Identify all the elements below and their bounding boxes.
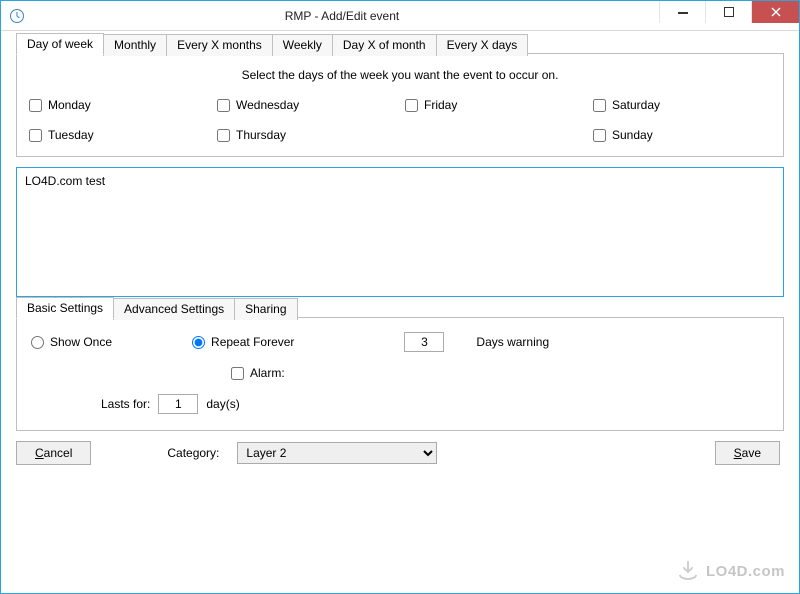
checkbox-sunday[interactable]: Sunday [593,128,771,142]
checkbox-input[interactable] [593,99,606,112]
lasts-for-label: Lasts for: [101,397,150,411]
app-window: RMP - Add/Edit event Day of week Monthly… [0,0,800,594]
tab-every-x-months[interactable]: Every X months [166,34,273,56]
checkbox-input[interactable] [405,99,418,112]
radio-show-once[interactable]: Show Once [31,335,112,349]
checkbox-label: Saturday [612,98,660,112]
window-title: RMP - Add/Edit event [25,9,659,23]
schedule-group: Day of week Monthly Every X months Weekl… [16,53,784,157]
radio-label: Show Once [50,335,112,349]
settings-group: Basic Settings Advanced Settings Sharing… [16,317,784,431]
event-text-input[interactable] [17,168,783,293]
save-button[interactable]: Save [715,441,780,465]
checkbox-label: Friday [424,98,457,112]
minimize-button[interactable] [659,1,705,23]
checkbox-thursday[interactable]: Thursday [217,128,395,142]
checkbox-tuesday[interactable]: Tuesday [29,128,207,142]
tab-every-x-days[interactable]: Every X days [436,34,529,56]
lasts-row: Lasts for: day(s) [101,394,769,414]
checkbox-monday[interactable]: Monday [29,98,207,112]
tab-monthly[interactable]: Monthly [103,34,167,56]
cancel-button[interactable]: Cancel [16,441,91,465]
event-text-wrap [16,167,784,297]
minimize-icon [678,7,688,17]
schedule-instruction: Select the days of the week you want the… [29,68,771,82]
spacer [405,128,583,142]
tab-day-of-week[interactable]: Day of week [16,33,104,55]
app-icon [9,8,25,24]
checkbox-input[interactable] [593,129,606,142]
titlebar: RMP - Add/Edit event [1,1,799,31]
tab-day-x-of-month[interactable]: Day X of month [332,34,437,56]
close-icon [771,7,781,17]
lasts-for-input[interactable] [158,394,198,414]
dialog-footer: Cancel Category: Layer 2 Save [16,441,784,465]
checkbox-saturday[interactable]: Saturday [593,98,771,112]
alarm-row: Alarm: [231,366,769,380]
checkbox-label: Sunday [612,128,653,142]
radio-label: Repeat Forever [211,335,294,349]
tab-basic-settings[interactable]: Basic Settings [16,297,114,319]
radio-input[interactable] [192,336,205,349]
alarm-label: Alarm: [250,366,285,380]
window-controls [659,1,799,30]
maximize-button[interactable] [705,1,751,23]
close-button[interactable] [751,1,799,23]
checkbox-label: Wednesday [236,98,299,112]
days-warning-input[interactable] [404,332,444,352]
checkbox-input[interactable] [29,99,42,112]
days-warning-label: Days warning [476,335,549,349]
checkbox-label: Tuesday [48,128,94,142]
tab-advanced-settings[interactable]: Advanced Settings [113,298,235,320]
checkbox-label: Monday [48,98,91,112]
tab-sharing[interactable]: Sharing [234,298,297,320]
category-label: Category: [167,446,219,460]
checkbox-input[interactable] [29,129,42,142]
radio-input[interactable] [31,336,44,349]
checkbox-label: Thursday [236,128,286,142]
alarm-checkbox[interactable] [231,367,244,380]
repeat-row: Show Once Repeat Forever Days warning [31,332,769,352]
checkbox-input[interactable] [217,99,230,112]
settings-tabstrip: Basic Settings Advanced Settings Sharing [16,297,297,319]
category-select[interactable]: Layer 2 [237,442,437,464]
lasts-for-unit: day(s) [206,397,239,411]
maximize-icon [724,7,734,17]
radio-repeat-forever[interactable]: Repeat Forever [192,335,294,349]
checkbox-input[interactable] [217,129,230,142]
checkbox-wednesday[interactable]: Wednesday [217,98,395,112]
schedule-tabstrip: Day of week Monthly Every X months Weekl… [16,33,527,55]
days-grid: Monday Wednesday Friday Saturday Tuesday… [29,98,771,142]
checkbox-friday[interactable]: Friday [405,98,583,112]
tab-weekly[interactable]: Weekly [272,34,333,56]
dialog-content: Day of week Monthly Every X months Weekl… [1,31,799,593]
